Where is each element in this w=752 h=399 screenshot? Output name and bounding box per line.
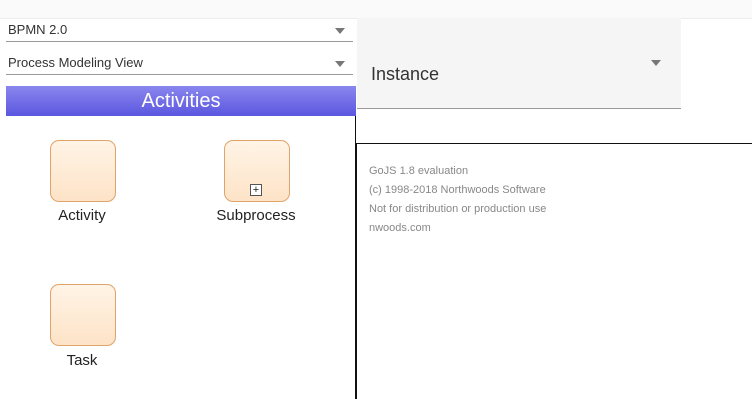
expand-plus-icon: +	[250, 184, 262, 196]
view-value: Process Modeling View	[8, 55, 143, 70]
diagram-type-value: BPMN 2.0	[8, 22, 68, 37]
watermark-line: (c) 1998-2018 Northwoods Software	[369, 184, 546, 196]
diagram-canvas[interactable]: GoJS 1.8 evaluation (c) 1998-2018 Northw…	[356, 143, 752, 399]
palette-item-label: Subprocess	[216, 207, 296, 224]
view-select[interactable]: Process Modeling View	[6, 53, 353, 75]
activity-shape[interactable]	[50, 140, 116, 202]
chevron-down-icon	[335, 61, 345, 67]
palette-item-label: Task	[66, 352, 98, 369]
palette: Activity + Subprocess Task	[6, 116, 356, 399]
instance-select[interactable]: Instance	[357, 18, 681, 109]
chevron-down-icon	[651, 60, 661, 66]
evaluation-watermark: GoJS 1.8 evaluation (c) 1998-2018 Northw…	[369, 162, 546, 238]
top-strip	[0, 0, 752, 19]
instance-value: Instance	[371, 64, 440, 84]
watermark-line: GoJS 1.8 evaluation	[369, 165, 469, 177]
task-shape[interactable]	[50, 284, 116, 346]
palette-item-label: Activity	[58, 207, 106, 224]
watermark-line: nwoods.com	[369, 222, 431, 234]
watermark-line: Not for distribution or production use	[369, 203, 547, 215]
chevron-down-icon	[335, 28, 345, 34]
palette-header[interactable]: Activities	[6, 86, 356, 116]
diagram-type-select[interactable]: BPMN 2.0	[6, 20, 353, 42]
subprocess-shape[interactable]: +	[224, 140, 290, 202]
